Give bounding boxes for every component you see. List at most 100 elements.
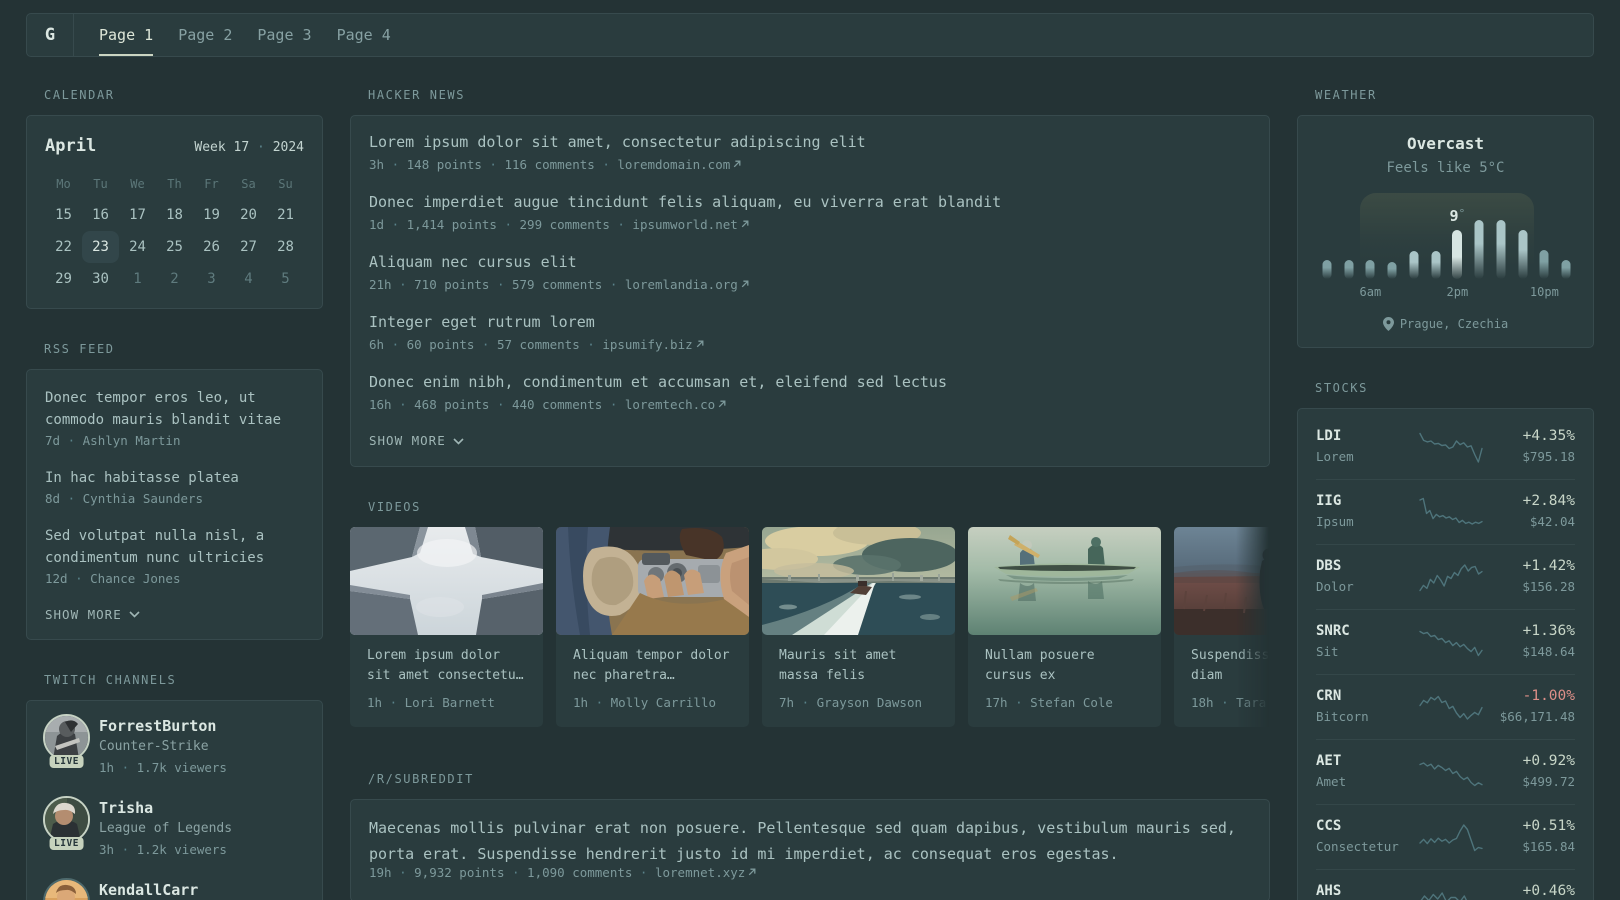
calendar-day[interactable]: 29: [45, 263, 82, 295]
stock-symbol[interactable]: DBS: [1316, 556, 1354, 576]
rss-item-title[interactable]: In hac habitasse platea: [45, 467, 304, 489]
stock-symbol[interactable]: LDI: [1316, 426, 1354, 446]
calendar-day[interactable]: 5: [267, 263, 304, 295]
stock-row-divider: [1316, 609, 1575, 610]
weather-widget-label: WEATHER: [1315, 88, 1377, 102]
video-title-line: Nullam posuere: [985, 648, 1095, 663]
stock-sparkline: [1419, 820, 1483, 854]
stock-sparkline: [1419, 560, 1483, 594]
stock-row: IIG Ipsum +2.84% $42.04: [1316, 491, 1575, 533]
calendar-day[interactable]: 21: [267, 199, 304, 231]
nav-tab-page-4[interactable]: Page 4: [337, 14, 391, 56]
calendar-day[interactable]: 17: [119, 199, 156, 231]
video-meta: 17h · Stefan Cole: [985, 695, 1113, 710]
calendar-day[interactable]: 4: [230, 263, 267, 295]
stock-symbol[interactable]: SNRC: [1316, 621, 1350, 641]
hackernews-widget: HACKER NEWS Lorem ipsum dolor sit amet, …: [350, 88, 1270, 467]
avatar[interactable]: [43, 795, 90, 843]
weather-bar: [1518, 230, 1528, 279]
video-thumbnail[interactable]: [556, 527, 749, 635]
weather-widget: WEATHER Overcast Feels like 5°C 9° 6am 2p…: [1297, 88, 1594, 348]
hackernews-item-meta: 3h · 148 points · 116 comments · loremdo…: [369, 155, 1251, 175]
calendar-day[interactable]: 30: [82, 263, 119, 295]
calendar-day[interactable]: 16: [82, 199, 119, 231]
twitch-channel-row: KendallCarr: [43, 877, 306, 900]
stock-right: +1.36% $148.64: [1522, 621, 1575, 663]
stock-left: AET Amet: [1316, 751, 1346, 793]
video-thumbnail[interactable]: [762, 527, 955, 635]
twitch-channel-category[interactable]: League of Legends: [99, 818, 232, 839]
stock-right: +2.84% $42.04: [1523, 491, 1575, 533]
calendar-day[interactable]: 22: [45, 231, 82, 263]
hackernews-item-title[interactable]: Donec imperdiet augue tincidunt felis al…: [369, 191, 1251, 213]
calendar-day[interactable]: 28: [267, 231, 304, 263]
weather-feels-like: Feels like 5°C: [1386, 160, 1505, 176]
rss-item-title[interactable]: Donec tempor eros leo, ut commodo mauris …: [45, 387, 304, 431]
subreddit-post: Maecenas mollis pulvinar erat non posuer…: [369, 815, 1251, 881]
calendar-day[interactable]: 3: [193, 263, 230, 295]
hackernews-show-more-button[interactable]: SHOW MORE: [369, 431, 1251, 451]
calendar-day[interactable]: 24: [119, 231, 156, 263]
calendar-day[interactable]: 20: [230, 199, 267, 231]
twitch-channel-name[interactable]: KendallCarr: [99, 880, 198, 900]
calendar-day[interactable]: 1: [119, 263, 156, 295]
stock-name: Sit: [1316, 644, 1339, 659]
rss-show-more-button[interactable]: SHOW MORE: [45, 605, 304, 625]
twitch-channel-name[interactable]: Trisha: [99, 798, 232, 818]
stock-symbol[interactable]: AHS: [1316, 881, 1341, 900]
calendar-day[interactable]: 26: [193, 231, 230, 263]
video-thumbnail[interactable]: [968, 527, 1161, 635]
calendar-day[interactable]: 19: [193, 199, 230, 231]
stock-row-divider: [1316, 544, 1575, 545]
weather-degree-symbol: °: [1458, 207, 1466, 220]
video-thumbnail[interactable]: [1174, 527, 1270, 635]
calendar-header: April Week 17 · 2024: [45, 133, 304, 159]
meta-separator-dot: ·: [391, 865, 415, 880]
nav-tab-page-1[interactable]: Page 1: [99, 14, 154, 56]
calendar-day[interactable]: 15: [45, 199, 82, 231]
calendar-day[interactable]: 2: [156, 263, 193, 295]
calendar-day-selected[interactable]: 23: [82, 230, 119, 263]
subreddit-post-title[interactable]: Maecenas mollis pulvinar erat non posuer…: [369, 815, 1251, 867]
stock-name: Bitcorn: [1316, 709, 1369, 724]
nav-tab-page-2[interactable]: Page 2: [178, 14, 232, 56]
video-thumbnail[interactable]: [350, 527, 543, 635]
hackernews-item-title[interactable]: Donec enim nibh, condimentum et accumsan…: [369, 371, 1251, 393]
hackernews-items: Lorem ipsum dolor sit amet, consectetur …: [369, 131, 1251, 415]
nav-tab-page-3[interactable]: Page 3: [257, 14, 311, 56]
twitch-channel-category[interactable]: Counter-Strike: [99, 736, 227, 757]
avatar[interactable]: [43, 713, 90, 761]
weather-location-label: Prague, Czechia: [1399, 317, 1509, 331]
rss-item-title[interactable]: Sed volutpat nulla nisl, a condimentum nu…: [45, 525, 304, 569]
weather-time-label: 6am: [1359, 285, 1382, 299]
video-title[interactable]: Suspendisse diam: [1191, 646, 1270, 685]
hackernews-item-title[interactable]: Aliquam nec cursus elit: [369, 251, 1251, 273]
stock-symbol[interactable]: AET: [1316, 751, 1346, 771]
hackernews-item-title[interactable]: Integer eget rutrum lorem: [369, 311, 1251, 333]
stock-symbol[interactable]: IIG: [1316, 491, 1354, 511]
video-title[interactable]: Mauris sit amet massa felis: [779, 646, 938, 685]
video-title[interactable]: Lorem ipsum dolor sit amet consectetu…: [367, 646, 526, 685]
stock-price: $499.72: [1522, 774, 1575, 789]
stock-symbol[interactable]: CCS: [1316, 816, 1399, 836]
hackernews-item-title[interactable]: Lorem ipsum dolor sit amet, consectetur …: [369, 131, 1251, 153]
video-title[interactable]: Aliquam tempor dolor nec pharetra…: [573, 646, 732, 685]
twitch-channel-row: LIVE ForrestBurton Counter-Strike 1h · 1.7k…: [43, 713, 306, 778]
weather-temp-value: 9: [1449, 207, 1459, 225]
meta-separator-dot: ·: [384, 217, 407, 232]
meta-separator-dot: ·: [1213, 695, 1237, 710]
video-card-body: Suspendisse diam 18h · Tara: [1174, 635, 1270, 727]
calendar-day[interactable]: 27: [230, 231, 267, 263]
calendar-day[interactable]: 25: [156, 231, 193, 263]
subreddit-post-meta: 19h · 9,932 points · 1,090 comments · lo…: [369, 865, 1251, 881]
app-logo[interactable]: G: [27, 14, 74, 56]
hackernews-item-meta: 1d · 1,414 points · 299 comments · ipsum…: [369, 215, 1251, 235]
weather-chart: 9°: [1316, 193, 1575, 279]
avatar[interactable]: [43, 877, 90, 900]
videos-carousel[interactable]: Lorem ipsum dolor sit amet consectetu… 1h …: [350, 527, 1270, 739]
twitch-channel-name[interactable]: ForrestBurton: [99, 716, 227, 736]
calendar-day[interactable]: 18: [156, 199, 193, 231]
stock-symbol[interactable]: CRN: [1316, 686, 1369, 706]
video-title[interactable]: Nullam posuere cursus ex: [985, 646, 1144, 685]
stock-left: DBS Dolor: [1316, 556, 1354, 598]
